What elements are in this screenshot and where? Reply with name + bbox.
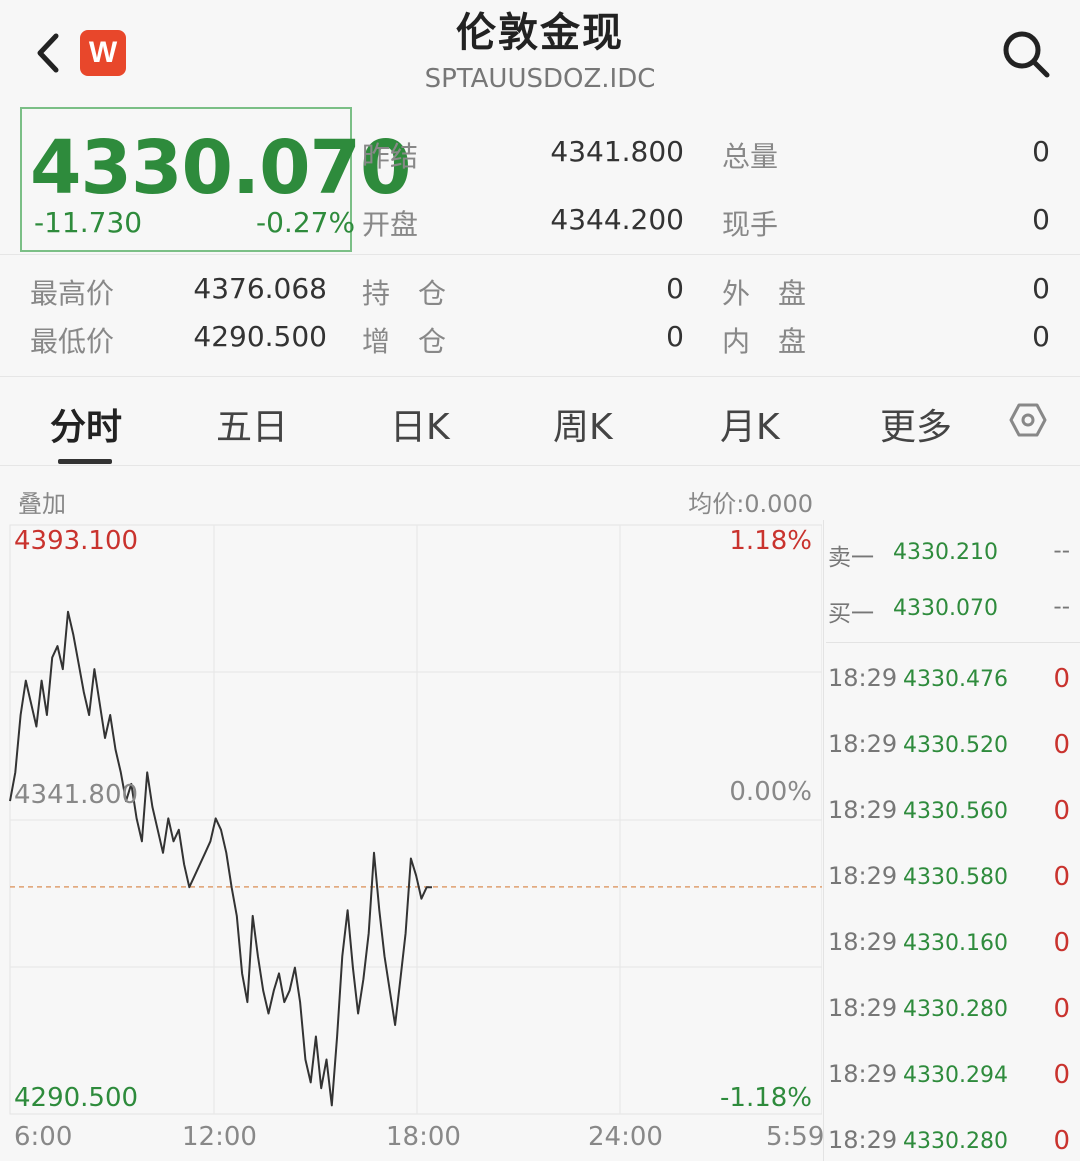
tick-time: 18:29 [828, 664, 898, 692]
open-value: 4344.200 [550, 203, 684, 236]
instrument-code: SPTAUUSDOZ.IDC [424, 64, 656, 94]
prev-close-value: 4341.800 [550, 135, 684, 168]
pct-label-top: 1.18% [729, 526, 812, 556]
tick-volume: 0 [1053, 1126, 1070, 1156]
tick-price: 4330.520 [903, 733, 1008, 758]
tick-time: 18:29 [828, 1126, 898, 1154]
tick-price: 4330.160 [903, 931, 1008, 956]
buy1-volume: -- [1053, 594, 1070, 620]
last-price: 4330.070 [30, 125, 412, 211]
buy1-label: 买一 [828, 601, 874, 627]
position-value: 0 [666, 272, 684, 305]
pct-label-bottom: -1.18% [720, 1083, 812, 1113]
inner-value: 0 [1032, 320, 1050, 353]
tick-time: 18:29 [828, 994, 898, 1022]
tab-five-day[interactable]: 五日 [216, 398, 288, 450]
low-value: 4290.500 [193, 320, 327, 353]
y-label-mid: 4341.800 [14, 780, 139, 810]
y-label-bottom: 4290.500 [14, 1083, 139, 1113]
tick-price: 4330.580 [903, 865, 1008, 890]
tab-weekly-k[interactable]: 周K [553, 398, 613, 450]
price-change-percent: -0.27% [256, 206, 356, 239]
intraday-chart[interactable] [0, 520, 822, 1161]
divider [0, 465, 1080, 466]
avg-price-label: 均价:0.000 [688, 490, 813, 518]
tab-more[interactable]: 更多 [880, 398, 952, 450]
x-tick: 5:59 [766, 1122, 825, 1152]
tick-time: 18:29 [828, 1060, 898, 1088]
tick-time: 18:29 [828, 796, 898, 824]
pct-label-mid: 0.00% [729, 777, 812, 807]
tick-volume: 0 [1053, 928, 1070, 958]
volume-value: 0 [1032, 135, 1050, 168]
x-tick: 12:00 [182, 1122, 257, 1152]
price-change: -11.730 [34, 206, 143, 239]
tick-price: 4330.294 [903, 1063, 1008, 1088]
tick-volume: 0 [1053, 994, 1070, 1024]
price-line [9, 610, 432, 1107]
volume-label: 总量 [722, 140, 779, 173]
divider [826, 642, 1080, 643]
add-position-label: 增 仓 [362, 325, 447, 358]
tick-volume: 0 [1053, 862, 1070, 892]
add-position-value: 0 [666, 320, 684, 353]
tick-price: 4330.280 [903, 1129, 1008, 1154]
settings-hexagon-icon[interactable] [1008, 400, 1048, 440]
tab-monthly-k[interactable]: 月K [720, 398, 780, 450]
tab-daily-k[interactable]: 日K [390, 398, 450, 450]
page-title: 伦敦金现 [456, 10, 624, 56]
outer-label: 外 盘 [722, 277, 807, 310]
buy1-price: 4330.070 [893, 596, 998, 621]
x-tick: 24:00 [588, 1122, 663, 1152]
divider [0, 254, 1080, 255]
x-tick: 18:00 [386, 1122, 461, 1152]
sell1-price: 4330.210 [893, 540, 998, 565]
tick-volume: 0 [1053, 730, 1070, 760]
tick-time: 18:29 [828, 730, 898, 758]
search-icon[interactable] [1000, 28, 1052, 80]
divider [823, 520, 824, 1161]
inner-label: 内 盘 [722, 325, 807, 358]
low-label: 最低价 [30, 325, 115, 358]
tick-time: 18:29 [828, 862, 898, 890]
sell1-label: 卖一 [828, 545, 874, 571]
current-hand-label: 现手 [722, 208, 779, 241]
overlay-button[interactable]: 叠加 [18, 484, 66, 519]
outer-value: 0 [1032, 272, 1050, 305]
current-hand-value: 0 [1032, 203, 1050, 236]
high-value: 4376.068 [193, 272, 327, 305]
high-label: 最高价 [30, 277, 115, 310]
x-tick: 6:00 [14, 1122, 73, 1152]
tab-intraday[interactable]: 分时 [50, 398, 122, 450]
tick-price: 4330.280 [903, 997, 1008, 1022]
tick-price: 4330.476 [903, 667, 1008, 692]
open-label: 开盘 [362, 208, 419, 241]
sell1-volume: -- [1053, 538, 1070, 564]
tick-volume: 0 [1053, 664, 1070, 694]
prev-close-label: 昨结 [362, 140, 419, 173]
y-label-top: 4393.100 [14, 526, 139, 556]
position-label: 持 仓 [362, 277, 447, 310]
active-tab-indicator [58, 459, 112, 464]
tick-time: 18:29 [828, 928, 898, 956]
tick-volume: 0 [1053, 1060, 1070, 1090]
tick-volume: 0 [1053, 796, 1070, 826]
divider [0, 376, 1080, 377]
tick-price: 4330.560 [903, 799, 1008, 824]
